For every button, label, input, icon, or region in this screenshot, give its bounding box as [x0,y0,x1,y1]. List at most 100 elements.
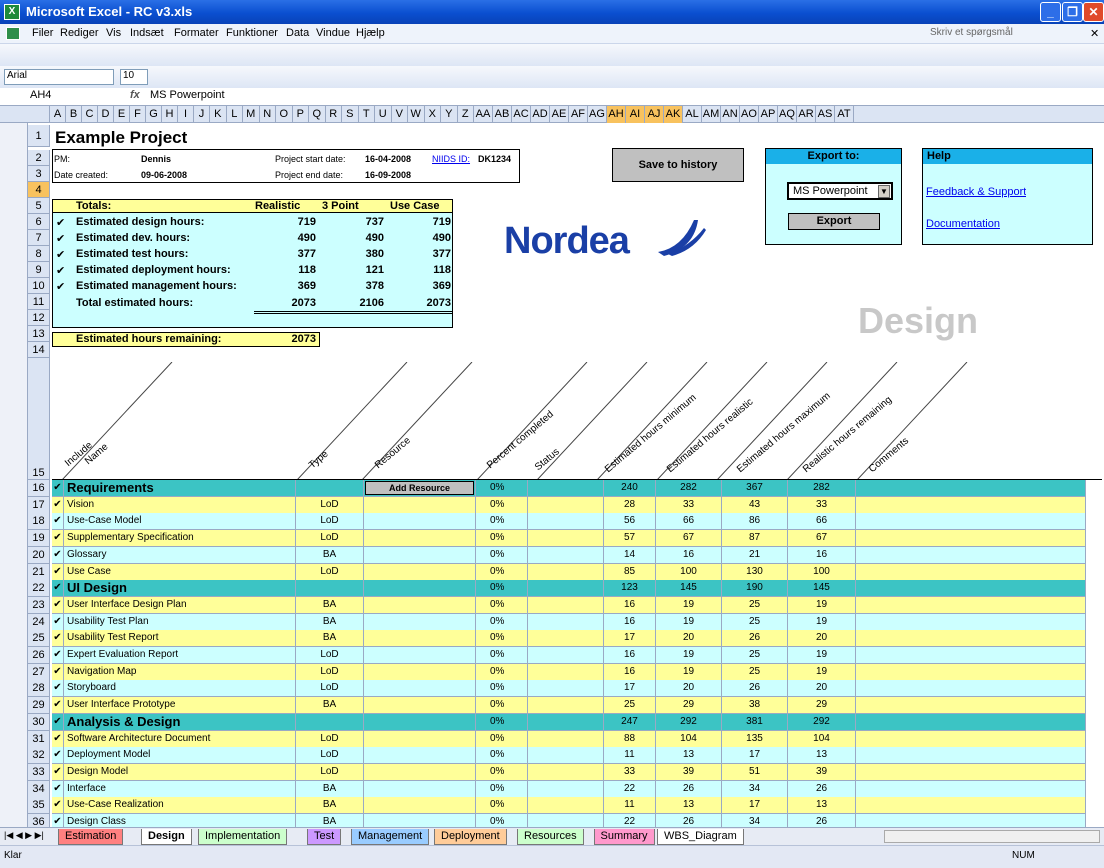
include-check-icon[interactable]: ✔ [52,496,64,514]
task-name[interactable]: Glossary [64,546,296,564]
column-header-at[interactable]: AT [835,106,854,123]
real-cell[interactable]: 19 [656,596,722,614]
row-header[interactable]: 7 [28,230,50,246]
task-name[interactable]: Requirements [64,480,296,497]
row-header[interactable]: 25 [28,630,50,648]
rem-cell[interactable]: 19 [788,596,856,614]
row-header[interactable]: 9 [28,262,50,278]
min-cell[interactable]: 28 [604,496,656,514]
include-check-icon[interactable]: ✔ [52,763,64,781]
real-cell[interactable]: 26 [656,780,722,798]
row-header[interactable]: 8 [28,246,50,262]
status-cell[interactable] [528,513,604,531]
resource-cell[interactable] [364,530,476,548]
type-cell[interactable]: LoD [296,513,364,531]
pct-cell[interactable]: 0% [476,647,528,664]
resource-cell[interactable] [364,763,476,781]
column-header-n[interactable]: N [260,106,276,123]
status-cell[interactable] [528,596,604,614]
include-check-icon[interactable]: ✔ [52,630,64,648]
rem-cell[interactable]: 20 [788,630,856,648]
real-cell[interactable]: 13 [656,797,722,815]
menu-file[interactable]: Filer [32,27,53,39]
real-cell[interactable]: 104 [656,730,722,748]
row-header[interactable]: 19 [28,530,50,548]
task-name[interactable]: Use-Case Model [64,513,296,531]
real-cell[interactable]: 33 [656,496,722,514]
real-cell[interactable]: 19 [656,663,722,681]
include-check-icon[interactable]: ✔ [52,680,64,698]
resource-cell[interactable] [364,680,476,698]
column-header-ac[interactable]: AC [512,106,531,123]
include-check-icon[interactable]: ✔ [52,580,64,598]
tab-resources[interactable]: Resources [517,829,584,845]
tab-wbs-diagram[interactable]: WBS_Diagram [657,829,744,845]
documentation-link[interactable]: Documentation [926,218,1000,230]
column-header-ah[interactable]: AH [607,106,626,123]
max-cell[interactable]: 25 [722,613,788,631]
column-header-q[interactable]: Q [309,106,326,123]
column-header-l[interactable]: L [227,106,243,123]
rem-cell[interactable]: 145 [788,580,856,598]
status-cell[interactable] [528,730,604,748]
column-header-r[interactable]: R [326,106,342,123]
task-name[interactable]: Navigation Map [64,663,296,681]
max-cell[interactable]: 135 [722,730,788,748]
row-header[interactable]: 1 [28,125,50,147]
formula-content[interactable]: MS Powerpoint [150,89,225,101]
rem-cell[interactable]: 104 [788,730,856,748]
column-header-an[interactable]: AN [721,106,740,123]
real-cell[interactable]: 19 [656,647,722,664]
comments-cell[interactable] [856,513,1086,531]
pct-cell[interactable]: 0% [476,530,528,548]
comments-cell[interactable] [856,480,1086,497]
rem-cell[interactable]: 13 [788,797,856,815]
comments-cell[interactable] [856,496,1086,514]
tab-deployment[interactable]: Deployment [434,829,507,845]
status-cell[interactable] [528,647,604,664]
task-name[interactable]: UI Design [64,580,296,598]
status-cell[interactable] [528,563,604,581]
fx-icon[interactable]: fx [130,89,140,101]
max-cell[interactable]: 26 [722,630,788,648]
min-cell[interactable]: 16 [604,663,656,681]
rem-cell[interactable]: 39 [788,763,856,781]
pct-cell[interactable]: 0% [476,663,528,681]
help-search-box[interactable]: Skriv et spørgsmål [930,27,1060,42]
pct-cell[interactable]: 0% [476,713,528,731]
row-header[interactable]: 4 [28,182,50,198]
real-cell[interactable]: 19 [656,613,722,631]
status-cell[interactable] [528,630,604,648]
real-cell[interactable]: 66 [656,513,722,531]
status-cell[interactable] [528,530,604,548]
nids-link[interactable]: NIIDS ID: [432,154,470,164]
type-cell[interactable]: BA [296,613,364,631]
row-header[interactable]: 24 [28,613,50,631]
max-cell[interactable]: 86 [722,513,788,531]
max-cell[interactable]: 381 [722,713,788,731]
horizontal-scrollbar[interactable] [884,830,1100,843]
column-header-a[interactable]: A [50,106,66,123]
max-cell[interactable]: 34 [722,780,788,798]
minimize-button[interactable]: _ [1040,2,1061,22]
min-cell[interactable]: 57 [604,530,656,548]
pct-cell[interactable]: 0% [476,546,528,564]
max-cell[interactable]: 25 [722,647,788,664]
comments-cell[interactable] [856,630,1086,648]
type-cell[interactable]: LoD [296,663,364,681]
comments-cell[interactable] [856,663,1086,681]
row-header[interactable]: 31 [28,730,50,748]
type-cell[interactable]: LoD [296,496,364,514]
comments-cell[interactable] [856,763,1086,781]
real-cell[interactable]: 16 [656,546,722,564]
menu-format[interactable]: Formater [174,27,219,39]
include-check-icon[interactable]: ✔ [52,546,64,564]
type-cell[interactable]: LoD [296,647,364,664]
min-cell[interactable]: 16 [604,613,656,631]
comments-cell[interactable] [856,697,1086,715]
menu-tools[interactable]: Funktioner [226,27,278,39]
row-header[interactable]: 13 [28,326,50,342]
row-header[interactable]: 20 [28,546,50,564]
task-name[interactable]: User Interface Prototype [64,697,296,715]
rem-cell[interactable]: 20 [788,680,856,698]
